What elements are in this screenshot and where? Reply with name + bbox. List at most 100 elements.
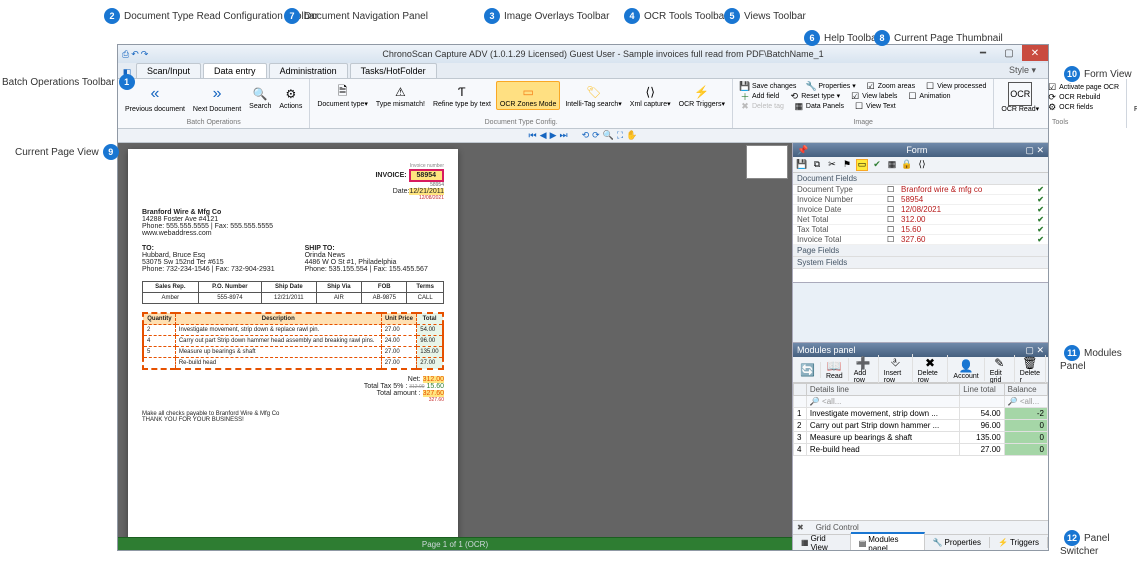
ocr-read-button[interactable]: OCROCR Read▾ <box>998 81 1042 114</box>
panels-button[interactable]: ▤Panels ▾ <box>1131 81 1137 114</box>
xml-capture-button[interactable]: ⟨⟩Xml capture▾ <box>627 82 674 109</box>
data-panels-button[interactable]: ▦Data Panels <box>791 101 847 111</box>
next-document-button[interactable]: »Next Document <box>190 81 244 114</box>
panel-tab-triggers[interactable]: ⚡Triggers <box>990 537 1048 548</box>
view-processed-toggle[interactable]: ☐View processed <box>922 81 989 91</box>
checkbox-icon[interactable]: ☐ <box>887 215 901 224</box>
mod-btn-delete-r[interactable]: 🗑Delete r <box>1015 355 1046 385</box>
nav-last-icon[interactable]: ⏭ <box>560 130 568 141</box>
current-page-thumbnail[interactable] <box>746 145 788 179</box>
check-ok-icon: ✔ <box>1037 225 1044 234</box>
type-mismatch-button[interactable]: ⚠Type mismatch! <box>373 82 428 109</box>
actions-button[interactable]: ⚙Actions <box>276 84 305 111</box>
panel-tab-properties[interactable]: 🔧Properties <box>925 537 990 548</box>
checkbox-icon[interactable]: ☐ <box>887 235 901 244</box>
document-type-button[interactable]: 🗎Document type▾ <box>314 82 371 109</box>
zoom-areas-toggle[interactable]: ☑Zoom areas <box>863 81 918 91</box>
current-page-view[interactable]: Invoice number INVOICE: 58954 58954 Date… <box>118 143 792 550</box>
delete-tag-button[interactable]: ✖Delete tag <box>737 101 787 111</box>
add-field-button[interactable]: ＋Add field <box>737 91 782 101</box>
filter-cell[interactable] <box>960 396 1004 408</box>
form-field-row[interactable]: Document Type☐Branford wire & mfg co✔ <box>793 185 1048 195</box>
tab-administration[interactable]: Administration <box>269 63 348 78</box>
nav-first-icon[interactable]: ⏮ <box>529 130 537 141</box>
view-labels-toggle[interactable]: ☑View labels <box>847 91 900 101</box>
tab-tasks-hotfolder[interactable]: Tasks/HotFolder <box>350 63 437 78</box>
intellitag-button[interactable]: 🏷Intelli-Tag search▾ <box>562 82 624 109</box>
filter-cell[interactable]: 🔎 <all... <box>806 396 959 408</box>
tab-data-entry[interactable]: Data entry <box>203 63 267 78</box>
form-field-row[interactable]: Tax Total☐15.60✔ <box>793 225 1048 235</box>
ocr-fields-button[interactable]: ⚙OCR fields <box>1044 103 1122 113</box>
properties-button[interactable]: 🔧Properties ▾ <box>803 81 858 91</box>
form-flag-icon[interactable]: ⚑ <box>841 159 853 171</box>
search-button[interactable]: 🔍Search <box>246 84 274 111</box>
modules-grid-row[interactable]: 4Re-build head27.000 <box>794 444 1048 456</box>
panel-maximize-icon[interactable]: ▢ <box>1025 345 1034 355</box>
activate-page-ocr-toggle[interactable]: ☑Activate page OCR <box>1044 83 1122 93</box>
mod-btn-account[interactable]: 👤Account <box>948 358 984 381</box>
form-grid-icon[interactable]: ▦ <box>886 159 898 171</box>
form-toggle-icon[interactable]: ▭ <box>856 159 868 171</box>
form-field-row[interactable]: Invoice Total☐327.60✔ <box>793 235 1048 245</box>
filter-cell[interactable] <box>794 396 807 408</box>
form-cut-icon[interactable]: ✂ <box>826 159 838 171</box>
panel-tab-modules-panel[interactable]: ▤Modules panel <box>851 532 925 551</box>
nav-next-icon[interactable]: ▶ <box>550 130 557 141</box>
nav-hand-icon[interactable]: ✋ <box>626 130 637 141</box>
style-menu[interactable]: Style ▾ <box>1003 63 1042 78</box>
form-field-row[interactable]: Invoice Date☐12/08/2021✔ <box>793 205 1048 215</box>
ocr-zones-button[interactable]: ▭OCR Zones Mode <box>496 81 560 110</box>
modules-grid-row[interactable]: 3Measure up bearings & shaft135.000 <box>794 432 1048 444</box>
form-copy-icon[interactable]: ⧉ <box>811 159 823 171</box>
checkbox-icon[interactable]: ☐ <box>887 225 901 234</box>
nav-prev-icon[interactable]: ◀ <box>540 130 547 141</box>
animation-toggle[interactable]: ☐Animation <box>904 91 953 101</box>
panel-maximize-icon[interactable]: ▢ <box>1025 145 1034 155</box>
form-check-icon[interactable]: ✔ <box>871 159 883 171</box>
maximize-button[interactable]: ▢ <box>996 45 1022 61</box>
reset-type-button[interactable]: ⟲Reset type ▾ <box>786 91 843 101</box>
mod-btn-read[interactable]: 📖Read <box>821 358 849 381</box>
modules-grid-row[interactable]: 2Carry out part Strip down hammer ...96.… <box>794 420 1048 432</box>
mod-btn-reload[interactable]: 🔄 <box>795 362 821 378</box>
ocr-triggers-button[interactable]: ⚡OCR Triggers▾ <box>676 82 728 109</box>
nav-fit-icon[interactable]: ⛶ <box>617 130 623 141</box>
pushpin-icon[interactable]: 📌 <box>797 145 808 156</box>
filter-cell[interactable]: 🔎 <all... <box>1004 396 1047 408</box>
minimize-button[interactable]: ━ <box>970 45 996 61</box>
mod-btn-add-row[interactable]: ➕Add row <box>849 355 879 385</box>
checkbox-icon[interactable]: ☐ <box>887 195 901 204</box>
nav-zoom-icon[interactable]: 🔍 <box>603 130 614 141</box>
form-script-icon[interactable]: ⟨⟩ <box>916 159 928 171</box>
mod-btn-insert-row[interactable]: ⎀Insert row <box>879 354 913 385</box>
panel-close-icon[interactable]: ✕ <box>1036 345 1044 355</box>
form-section-document-fields[interactable]: Document Fields <box>793 173 1048 185</box>
qat-save-icon[interactable]: ⎙ <box>122 49 129 60</box>
view-text-toggle[interactable]: ☐View Text <box>851 101 899 111</box>
form-lock-icon[interactable]: 🔒 <box>901 159 913 171</box>
form-field-row[interactable]: Net Total☐312.00✔ <box>793 215 1048 225</box>
mod-btn-delete-row[interactable]: ✖Delete row <box>913 355 949 385</box>
nav-rotate-right-icon[interactable]: ⟳ <box>592 130 600 141</box>
modules-grid[interactable]: Details lineLine totalBalance 🔎 <all...🔎… <box>793 383 1048 520</box>
close-button[interactable]: ✕ <box>1022 45 1048 61</box>
tab-scan-input[interactable]: Scan/Input <box>136 63 201 78</box>
checkbox-icon[interactable]: ☐ <box>887 185 901 194</box>
modules-grid-row[interactable]: 1Investigate movement, strip down ...54.… <box>794 408 1048 420</box>
form-section-system-fields[interactable]: System Fields <box>793 257 1048 269</box>
form-save-icon[interactable]: 💾 <box>796 159 808 171</box>
nav-rotate-left-icon[interactable]: ⟲ <box>582 130 590 141</box>
qat-undo-icon[interactable]: ↶ <box>131 49 139 60</box>
gear-small-icon: ⚙ <box>1047 103 1057 113</box>
panel-close-icon[interactable]: ✕ <box>1036 145 1044 155</box>
mod-btn-edit-grid[interactable]: ✎Edit grid <box>985 355 1015 385</box>
form-field-row[interactable]: Invoice Number☐58954✔ <box>793 195 1048 205</box>
form-section-page-fields[interactable]: Page Fields <box>793 245 1048 257</box>
panel-tab-grid-view[interactable]: ▦Grid View <box>793 533 851 551</box>
qat-redo-icon[interactable]: ↷ <box>141 49 149 60</box>
checkbox-icon[interactable]: ☐ <box>887 205 901 214</box>
form-panel-titlebar[interactable]: 📌 Form ▢ ✕ <box>793 143 1048 157</box>
ocr-rebuild-button[interactable]: ⟳OCR Rebuild <box>1044 93 1122 103</box>
refine-type-button[interactable]: ƬRefine type by text <box>430 82 494 109</box>
